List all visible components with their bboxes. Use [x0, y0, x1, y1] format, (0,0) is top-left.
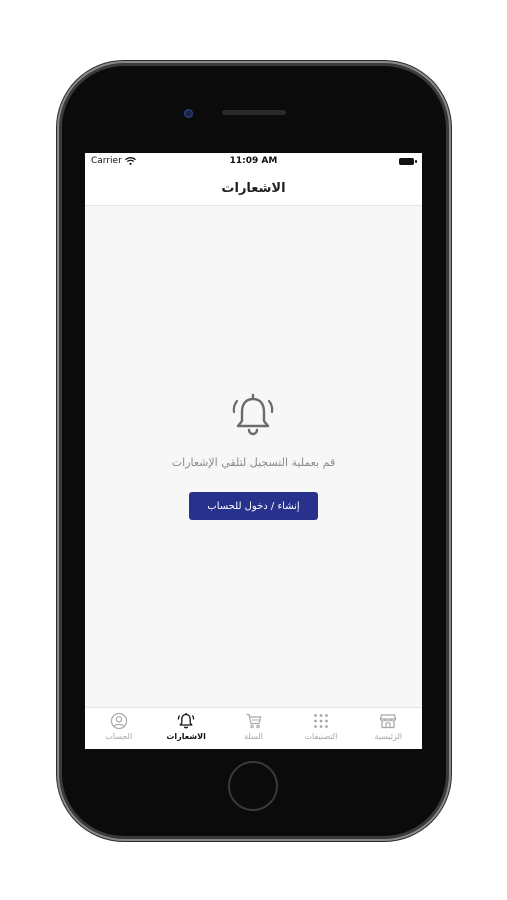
tab-categories-label: التصنيفات — [304, 732, 338, 741]
front-camera — [184, 109, 193, 118]
cart-icon — [246, 713, 261, 729]
power-button — [446, 214, 450, 266]
tab-home-label: الرئيسية — [374, 732, 403, 741]
empty-state-message: قم بعملية التسجيل لتلقي الإشعارات — [171, 456, 336, 469]
status-bar: Carrier 11:09 AM — [85, 153, 422, 171]
store-icon — [380, 714, 397, 729]
navigation-bar: الاشعارات — [85, 171, 422, 206]
tab-account-label: الحساب — [105, 732, 133, 741]
app-screen: Carrier 11:09 AM الاشعارات قم بعملية الت… — [85, 153, 422, 749]
tab-home[interactable]: الرئيسية — [355, 708, 422, 749]
tab-notifications[interactable]: الاشعارات — [152, 708, 219, 749]
bell-icon — [232, 393, 274, 436]
bell-icon — [177, 713, 195, 729]
tab-bar: الحساب الاشعارات السلة التصنيفات الرئيسي… — [85, 707, 422, 749]
tab-cart[interactable]: السلة — [220, 708, 287, 749]
tab-categories[interactable]: التصنيفات — [287, 708, 354, 749]
tab-cart-label: السلة — [244, 732, 263, 741]
page-title: الاشعارات — [221, 180, 286, 196]
empty-state: قم بعملية التسجيل لتلقي الإشعارات إنشاء … — [85, 206, 422, 706]
tab-account[interactable]: الحساب — [85, 708, 152, 749]
grid-icon — [314, 714, 328, 728]
account-icon — [110, 712, 127, 730]
battery-icon — [399, 158, 417, 165]
tab-notifications-label: الاشعارات — [166, 732, 206, 741]
earpiece-speaker — [222, 110, 286, 115]
home-button[interactable] — [228, 761, 278, 811]
create-login-account-button[interactable]: إنشاء / دخول للحساب — [189, 492, 318, 520]
status-time: 11:09 AM — [229, 156, 278, 166]
